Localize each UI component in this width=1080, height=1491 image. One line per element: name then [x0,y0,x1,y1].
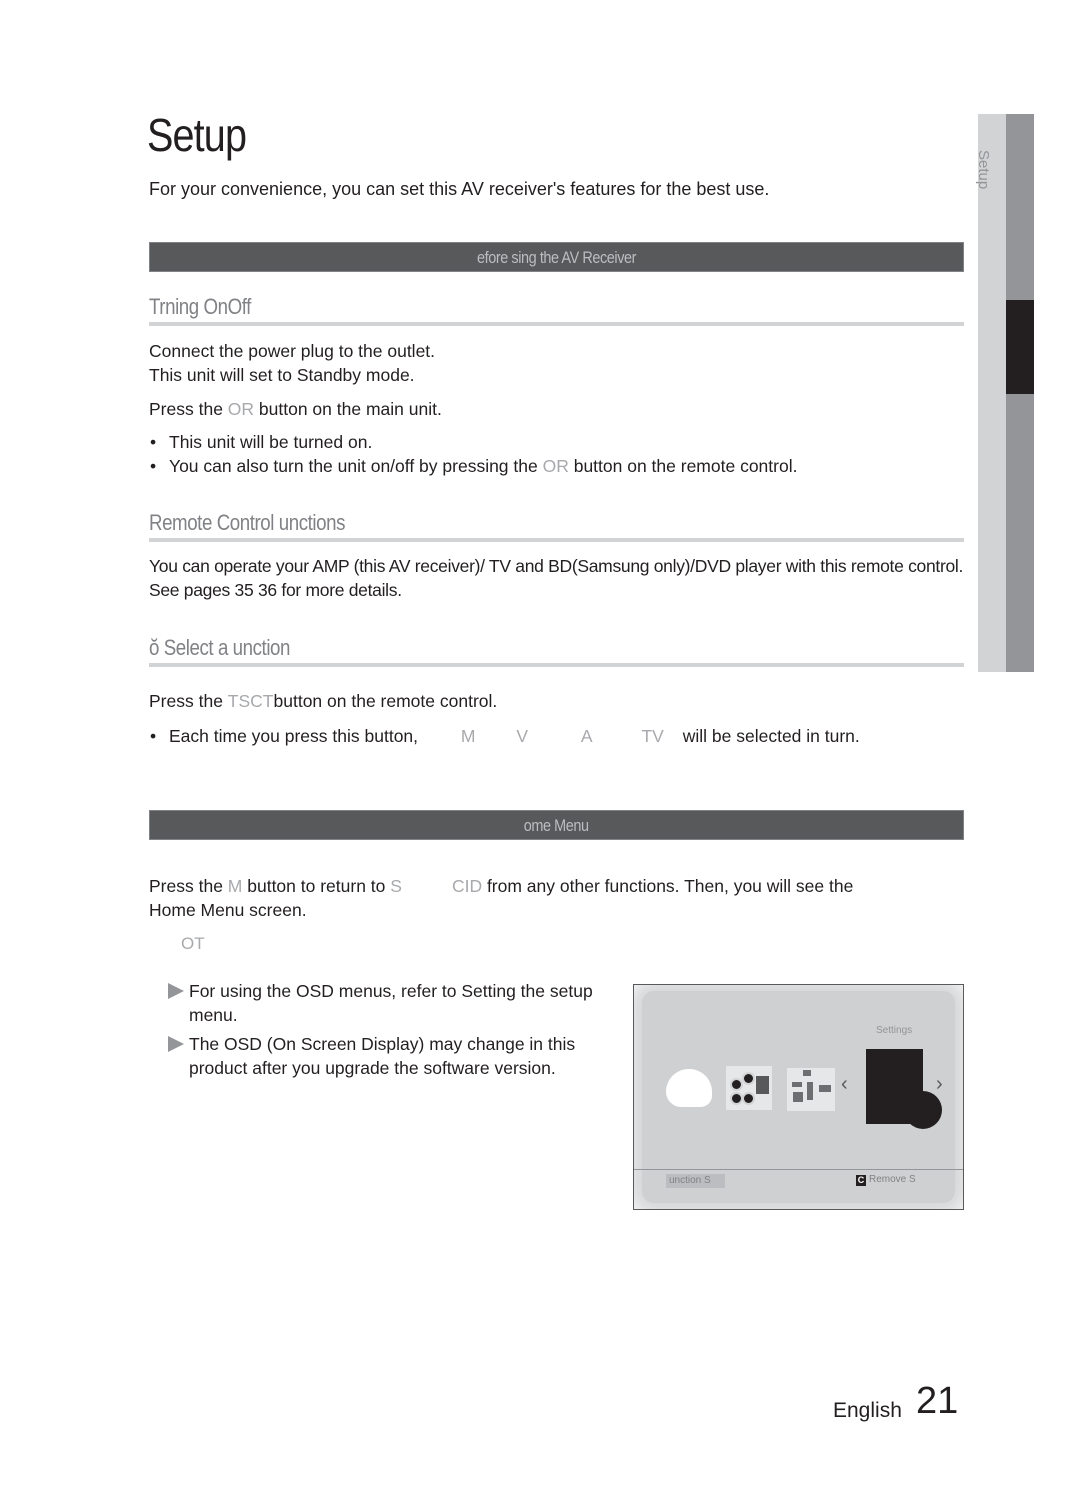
side-tab-label: Setup [975,150,992,190]
home-key-label: CID [451,876,483,896]
gear-icon [904,1091,942,1129]
page-number: 21 [916,1380,959,1422]
mode-label: A [580,726,593,746]
home-menu-para: Press the M button to return to S CID fro… [149,874,964,922]
power-key-label: OR [542,456,569,476]
speaker-setup-icon [726,1066,772,1110]
side-tab-light [978,114,1006,672]
subheading-rule [149,322,964,326]
note-arrow-icon [168,983,184,999]
subheading-select-function: ŏ Select a unction [149,635,291,660]
network-icon [787,1068,835,1111]
home-key-label: S [390,876,402,896]
note-arrow-icon [168,1036,184,1052]
turning-bullets: This unit will be turned on. You can als… [149,430,797,478]
text-line: Connect the power plug to the outlet. [149,341,436,361]
text-line: This unit will set to Standby mode. [149,365,415,385]
osd-selected-label: Settings [876,1025,913,1036]
note-item: The OSD (On Screen Display) may change i… [168,1032,659,1080]
text-line: Press the M button to return to S CID fro… [149,876,854,896]
note-item: For using the OSD menus, refer to Settin… [168,979,659,1027]
section-bar-before-using: efore sing the AV Receiver [149,242,964,272]
subheading-rule [149,538,964,542]
side-tab-active-marker [1006,300,1034,394]
remote-control-text: You can operate your AMP (this AV receiv… [149,554,963,602]
bullet-item: This unit will be turned on. [149,430,797,454]
mode-label: TV [641,726,664,746]
subheading-remote-control: Remote Control unctions [149,510,346,535]
section-bar-title: efore sing the AV Receiver [477,248,636,267]
subheading-turning-on-off: Trning OnOff [149,294,251,319]
power-key-label: OR [227,399,255,419]
mode-label: V [516,726,529,746]
menu-key-label: M [227,876,243,896]
subheading-rule [149,663,964,667]
osd-prev-arrow-icon: ‹ [841,1073,848,1095]
page-title: Setup [147,109,247,161]
intro-text: For your convenience, you can set this A… [149,179,770,199]
select-function-para: Press the TSCTbutton on the remote contr… [149,691,498,711]
section-bar-title: ome Menu [524,816,589,835]
home-menu-osd-screenshot: Settings ‹ › unction S C Remove S [633,984,964,1210]
footer-language: English [833,1399,902,1422]
osd-next-arrow-icon: › [936,1073,943,1095]
select-function-bullet: Each time you press this button, M V A T… [149,724,860,748]
osd-divider [634,1169,963,1170]
section-bar-home-menu: ome Menu [149,810,964,840]
osd-c-key-icon: C [856,1175,866,1186]
text-line: See pages 35 36 for more details. [149,580,402,600]
function-icon [666,1069,712,1107]
bullet-item: You can also turn the unit on/off by pre… [149,454,797,478]
bullet-item: Each time you press this button, M V A T… [149,724,860,748]
osd-function-label: unction S [666,1174,725,1188]
osd-remove-label: Remove S [869,1174,916,1185]
turning-para-2: Press the OR button on the main unit. [149,399,442,419]
function-key-label: TSCT [227,691,274,711]
turning-para-1: Connect the power plug to the outlet. Th… [149,339,435,387]
text-line: You can operate your AMP (this AV receiv… [149,556,964,576]
mode-label: M [460,726,476,746]
note-label: OT [181,934,205,953]
text-line: Home Menu screen. [149,900,307,920]
